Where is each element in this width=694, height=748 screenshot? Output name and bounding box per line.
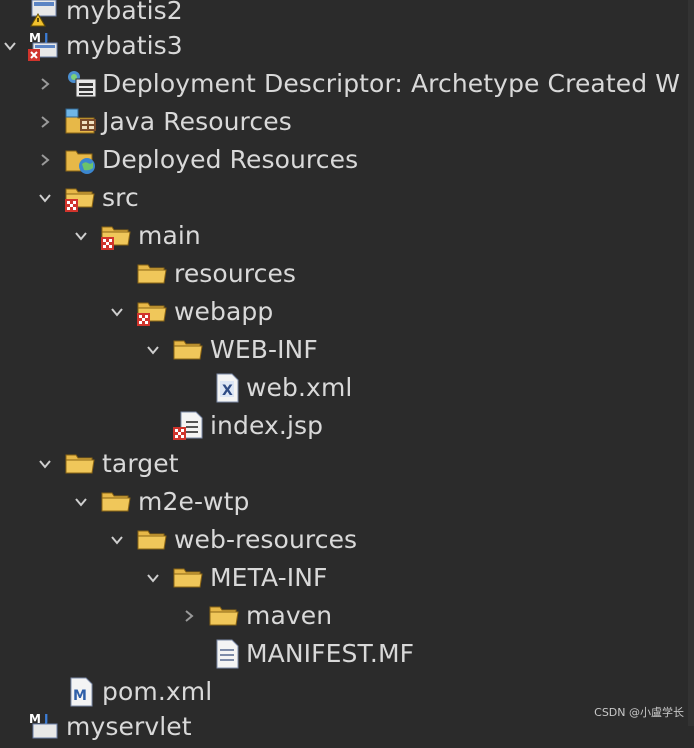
chevron-down-icon[interactable]: [71, 492, 91, 512]
tree-item-label: Deployed Resources: [102, 145, 359, 174]
chevron-right-icon[interactable]: [35, 74, 55, 94]
chevron-down-icon[interactable]: [143, 340, 163, 360]
chevron-right-icon[interactable]: [179, 606, 199, 626]
xml-file-icon: X: [210, 371, 242, 403]
tree-item-target[interactable]: target: [0, 445, 694, 483]
tree-item-label: Deployment Descriptor: Archetype Created…: [102, 69, 681, 98]
tree-item-src[interactable]: src: [0, 179, 694, 217]
tree-item-webapp[interactable]: webapp: [0, 293, 694, 331]
folder-icon: [136, 523, 168, 555]
tree-item-myservlet[interactable]: M J myservlet: [0, 708, 694, 746]
tree-item-java-resources[interactable]: Java Resources: [0, 103, 694, 141]
maven-project-warning-icon: [28, 0, 60, 28]
folder-error-icon: [100, 219, 132, 251]
tree-item-web-inf[interactable]: WEB-INF: [0, 331, 694, 369]
jsp-file-error-icon: [172, 409, 204, 441]
tree-item-label: WEB-INF: [210, 335, 318, 364]
maven-project-error-icon: M J: [27, 29, 59, 61]
tree-item-meta-inf[interactable]: META-INF: [0, 559, 694, 597]
tree-item-label: src: [102, 183, 139, 212]
svg-text:M: M: [73, 688, 87, 704]
tree-item-m2e-wtp[interactable]: m2e-wtp: [0, 483, 694, 521]
chevron-down-icon[interactable]: [107, 530, 127, 550]
maven-project-icon: M J: [27, 710, 59, 742]
tree-item-label: resources: [174, 259, 297, 288]
tree-item-label: m2e-wtp: [138, 487, 250, 516]
maven-pom-icon: M: [64, 675, 96, 707]
folder-error-icon: [64, 181, 96, 213]
java-resources-icon: [64, 105, 96, 137]
tree-item-label: Java Resources: [102, 107, 292, 136]
tree-item-label: myservlet: [66, 712, 192, 741]
chevron-right-icon[interactable]: [35, 112, 55, 132]
tree-item-label: pom.xml: [102, 677, 213, 706]
deployment-descriptor-icon: [64, 67, 97, 99]
tree-item-main[interactable]: main: [0, 217, 694, 255]
chevron-down-icon[interactable]: [35, 454, 55, 474]
tree-item-deployment-descriptor[interactable]: Deployment Descriptor: Archetype Created…: [0, 65, 694, 103]
tree-item-label: MANIFEST.MF: [246, 639, 415, 668]
tree-item-pom-xml[interactable]: M pom.xml: [0, 673, 694, 711]
tree-item-mybatis2[interactable]: mybatis2: [0, 0, 694, 30]
folder-icon: [64, 447, 96, 479]
folder-icon: [172, 333, 204, 365]
tree-item-label: mybatis3: [66, 31, 183, 60]
project-explorer-tree: mybatis2 M J mybatis3 Deployment Descrip…: [0, 0, 694, 741]
tree-item-label: mybatis2: [66, 0, 183, 25]
folder-icon: [100, 485, 132, 517]
tree-item-web-xml[interactable]: X web.xml: [0, 369, 694, 407]
tree-item-label: index.jsp: [210, 411, 324, 440]
tree-item-label: webapp: [174, 297, 274, 326]
tree-item-label: web-resources: [174, 525, 358, 554]
folder-icon: [208, 599, 240, 631]
tree-item-deployed-resources[interactable]: Deployed Resources: [0, 141, 694, 179]
chevron-down-icon[interactable]: [71, 226, 91, 246]
tree-item-mybatis3[interactable]: M J mybatis3: [0, 27, 694, 65]
tree-item-manifest-mf[interactable]: MANIFEST.MF: [0, 635, 694, 673]
tree-item-maven[interactable]: maven: [0, 597, 694, 635]
tree-item-label: maven: [246, 601, 333, 630]
tree-item-resources[interactable]: resources: [0, 255, 694, 293]
chevron-down-icon[interactable]: [107, 302, 127, 322]
folder-error-icon: [136, 295, 168, 327]
tree-item-web-resources[interactable]: web-resources: [0, 521, 694, 559]
tree-item-label: main: [138, 221, 201, 250]
chevron-down-icon[interactable]: [0, 36, 20, 56]
chevron-down-icon[interactable]: [35, 188, 55, 208]
chevron-right-icon[interactable]: [35, 150, 55, 170]
folder-icon: [172, 561, 204, 593]
tree-item-index-jsp[interactable]: index.jsp: [0, 407, 694, 445]
deployed-resources-icon: [64, 143, 96, 175]
vertical-scrollbar-track[interactable]: [688, 0, 694, 726]
chevron-down-icon[interactable]: [143, 568, 163, 588]
tree-item-label: META-INF: [210, 563, 328, 592]
folder-icon: [136, 257, 168, 289]
watermark: CSDN @小盧学长: [594, 706, 684, 719]
tree-item-label: target: [102, 449, 179, 478]
text-file-icon: [210, 637, 242, 669]
svg-text:X: X: [222, 383, 233, 399]
tree-item-label: web.xml: [246, 373, 353, 402]
